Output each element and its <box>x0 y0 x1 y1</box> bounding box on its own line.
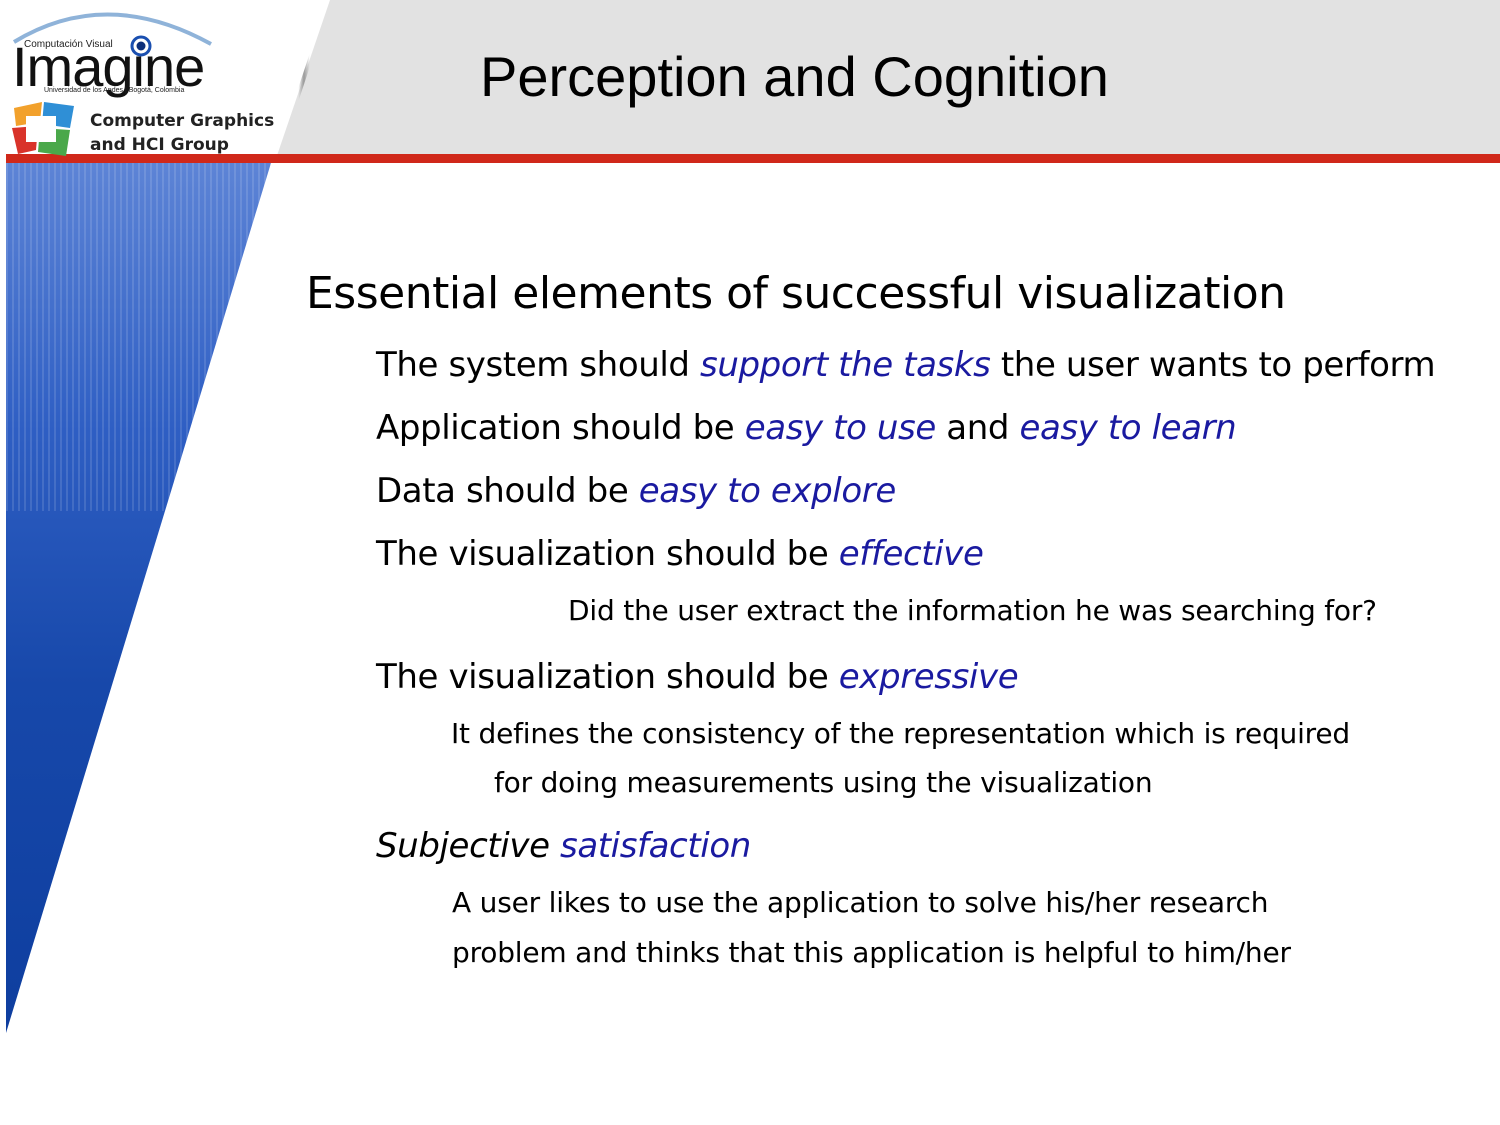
logo-group-line2: and HCI Group <box>90 135 229 155</box>
bullet-emphasis: expressive <box>838 657 1019 697</box>
bullet-emphasis: satisfaction <box>560 826 751 866</box>
color-square-icon <box>12 102 74 156</box>
bullet-text: Subjective <box>376 826 560 866</box>
bullet-text: The system should <box>376 345 701 385</box>
bullet-text: and <box>935 408 1020 448</box>
bullet-emphasis: support the tasks <box>700 345 991 385</box>
slide-title: Perception and Cognition <box>480 45 1109 108</box>
bullet-emphasis: easy to use <box>744 408 937 448</box>
bullet-text: Application should be <box>376 408 745 448</box>
sub-bullet-satisfaction-line2: problem and thinks that this application… <box>452 936 1291 969</box>
content-heading: Essential elements of successful visuali… <box>306 268 1286 319</box>
eye-icon <box>130 35 152 57</box>
bullet-expressive: The visualization should be expressive <box>376 657 1019 697</box>
bullet-emphasis: effective <box>838 534 984 574</box>
bullet-subjective-satisfaction: Subjective satisfaction <box>376 826 751 866</box>
bullet-emphasis: easy to learn <box>1019 408 1237 448</box>
logo-group-name: Computer Graphics and HCI Group <box>90 109 274 157</box>
sub-bullet-expressive-line2: for doing measurements using the visuali… <box>494 766 1153 799</box>
bullet-emphasis: easy to explore <box>638 471 897 511</box>
sub-bullet-effective: Did the user extract the information he … <box>568 594 1377 627</box>
logo-subline: Universidad de los Andes | Bogotá, Colom… <box>44 87 185 94</box>
bullet-support-tasks: The system should support the tasks the … <box>376 345 1436 385</box>
sub-bullet-expressive-line1: It defines the consistency of the repres… <box>451 717 1350 750</box>
bullet-text: The visualization should be <box>376 657 839 697</box>
bullet-text: Data should be <box>376 471 639 511</box>
bullet-easy-explore: Data should be easy to explore <box>376 471 896 511</box>
bullet-text: The visualization should be <box>376 534 839 574</box>
bullet-effective: The visualization should be effective <box>376 534 984 574</box>
imagine-logo: Computación Visual Imagine Universidad d… <box>6 4 274 156</box>
bullet-easy-use-learn: Application should be easy to use and ea… <box>376 408 1237 448</box>
bullet-text: the user wants to perform <box>990 345 1436 385</box>
sub-bullet-satisfaction-line1: A user likes to use the application to s… <box>452 886 1269 919</box>
logo-group-line1: Computer Graphics <box>90 111 275 131</box>
